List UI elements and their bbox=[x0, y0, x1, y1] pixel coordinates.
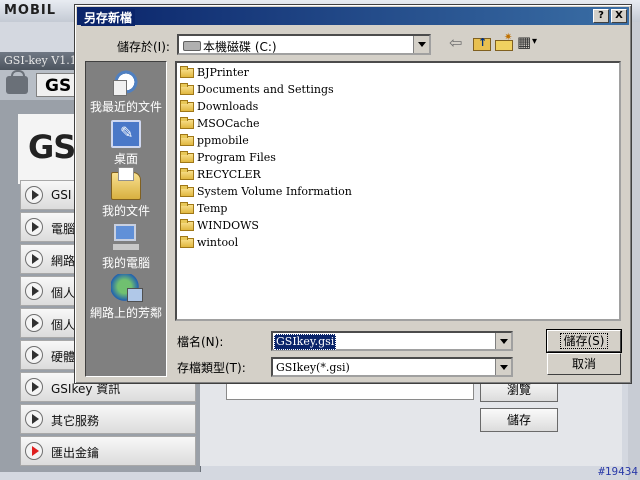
folder-name: Temp bbox=[197, 202, 228, 215]
filename-combo[interactable]: GSIkey.gsi bbox=[271, 331, 513, 351]
save-button[interactable]: 儲存(S) bbox=[546, 329, 622, 353]
background-panel: 瀏覽 儲存 bbox=[200, 370, 622, 466]
play-icon bbox=[25, 282, 43, 300]
save-in-label: 儲存於(I): bbox=[117, 40, 170, 54]
network-places-icon bbox=[111, 274, 143, 302]
folder-name: RECYCLER bbox=[197, 168, 261, 181]
brand-logo: MOBIL bbox=[4, 3, 57, 18]
folder-name: Documents and Settings bbox=[197, 83, 334, 96]
folder-name: wintool bbox=[197, 236, 239, 249]
menu-item-label: 匯出金鑰 bbox=[51, 446, 100, 460]
save-as-dialog: 另存新檔 ? X 儲存於(I): 本機磁碟 (C:) 我最近的文件 桌面 我的文… bbox=[74, 4, 632, 384]
play-icon bbox=[25, 218, 43, 236]
menu-item-label: GSI bbox=[51, 188, 72, 202]
folder-icon bbox=[180, 202, 194, 214]
folder-name: MSOCache bbox=[197, 117, 260, 130]
folder-icon bbox=[180, 185, 194, 197]
filename-label: 檔名(N): bbox=[177, 335, 224, 349]
watermark: #19434 bbox=[598, 465, 638, 478]
place-my-documents[interactable]: 我的文件 bbox=[86, 167, 166, 219]
folder-icon bbox=[180, 100, 194, 112]
menu-item-export-key[interactable]: 匯出金鑰 bbox=[20, 436, 196, 466]
menu-item-label: 網路 bbox=[51, 254, 76, 268]
menu-item-label: 個人 bbox=[51, 318, 76, 332]
recent-documents-icon bbox=[111, 68, 141, 96]
menu-item-label: 其它服務 bbox=[51, 414, 100, 428]
play-icon bbox=[25, 186, 43, 204]
folder-name: WINDOWS bbox=[197, 219, 259, 232]
dialog-title: 另存新檔 bbox=[81, 9, 136, 26]
place-network-places[interactable]: 網路上的芳鄰 bbox=[86, 274, 166, 321]
cancel-button[interactable]: 取消 bbox=[547, 353, 621, 375]
file-list[interactable]: BJPrinter Documents and Settings Downloa… bbox=[175, 61, 621, 321]
chevron-down-icon[interactable] bbox=[413, 36, 429, 53]
filetype-dropdown[interactable]: GSIkey(*.gsi) bbox=[271, 357, 513, 377]
folder-name: BJPrinter bbox=[197, 66, 249, 79]
place-label: 桌面 bbox=[113, 152, 138, 166]
help-button[interactable]: ? bbox=[593, 9, 609, 23]
folder-name: Program Files bbox=[197, 151, 276, 164]
lock-icon[interactable] bbox=[6, 70, 28, 94]
folder-icon bbox=[180, 168, 194, 180]
place-recent-documents[interactable]: 我最近的文件 bbox=[86, 68, 166, 115]
folder-icon bbox=[180, 236, 194, 248]
new-folder-icon[interactable] bbox=[495, 32, 513, 51]
save-button-label: 儲存(S) bbox=[559, 333, 609, 349]
place-my-computer[interactable]: 我的電腦 bbox=[86, 224, 166, 271]
filename-field[interactable]: GSIkey.gsi bbox=[274, 334, 337, 350]
my-computer-icon bbox=[111, 224, 141, 252]
play-icon bbox=[25, 442, 43, 460]
play-icon bbox=[25, 250, 43, 268]
folder-name: ppmobile bbox=[197, 134, 249, 147]
folder-icon bbox=[180, 151, 194, 163]
play-icon bbox=[25, 314, 43, 332]
place-label: 網路上的芳鄰 bbox=[89, 306, 162, 320]
filetype-label: 存檔類型(T): bbox=[177, 361, 246, 375]
close-button[interactable]: X bbox=[611, 9, 627, 23]
menu-item-label: 硬體 bbox=[51, 350, 76, 364]
play-icon bbox=[25, 410, 43, 428]
folder-icon bbox=[180, 219, 194, 231]
folder-icon bbox=[180, 66, 194, 78]
gsi-logo-text: GS bbox=[28, 128, 76, 166]
gsi-header-label: GS bbox=[36, 73, 76, 97]
place-desktop[interactable]: 桌面 bbox=[86, 120, 166, 167]
up-folder-icon[interactable] bbox=[473, 36, 491, 51]
folder-name: Downloads bbox=[197, 100, 259, 113]
save-in-dropdown[interactable]: 本機磁碟 (C:) bbox=[177, 34, 431, 55]
places-bar: 我最近的文件 桌面 我的文件 我的電腦 網路上的芳鄰 bbox=[85, 61, 167, 377]
chevron-down-icon[interactable] bbox=[495, 333, 511, 349]
menu-item-other-services[interactable]: 其它服務 bbox=[20, 404, 196, 434]
folder-icon bbox=[180, 83, 194, 95]
folder-icon bbox=[180, 117, 194, 129]
folder-name: System Volume Information bbox=[197, 185, 352, 198]
place-label: 我的電腦 bbox=[101, 256, 150, 270]
back-arrow-icon[interactable] bbox=[449, 33, 467, 52]
my-documents-icon bbox=[111, 167, 141, 200]
background-save-button[interactable]: 儲存 bbox=[480, 408, 558, 432]
play-icon bbox=[25, 378, 43, 396]
desktop-icon bbox=[111, 120, 141, 148]
place-label: 我的文件 bbox=[101, 204, 150, 218]
place-label: 我最近的文件 bbox=[89, 100, 162, 114]
folder-icon bbox=[180, 134, 194, 146]
title-bar[interactable]: 另存新檔 ? X bbox=[77, 7, 629, 26]
save-in-value: 本機磁碟 (C:) bbox=[203, 40, 277, 54]
chevron-down-icon[interactable] bbox=[495, 359, 511, 375]
filetype-value: GSIkey(*.gsi) bbox=[276, 361, 350, 374]
view-menu-icon[interactable] bbox=[517, 33, 543, 52]
menu-item-label: 電腦 bbox=[51, 222, 76, 236]
play-icon bbox=[25, 346, 43, 364]
hard-drive-icon bbox=[183, 41, 201, 51]
menu-item-label: 個人 bbox=[51, 286, 76, 300]
